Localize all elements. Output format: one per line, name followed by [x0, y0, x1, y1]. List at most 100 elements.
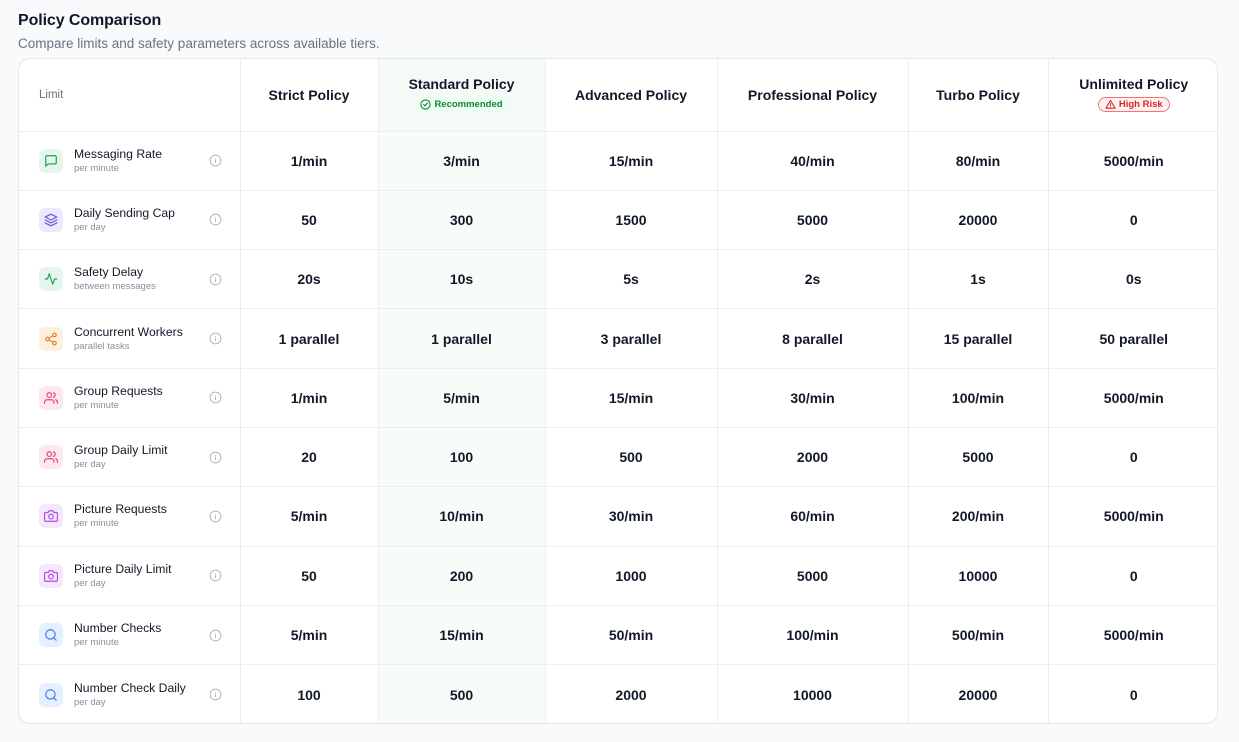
limit-label-group: Group Requests per minute: [39, 384, 222, 412]
limit-label-group: Group Daily Limit per day: [39, 443, 222, 471]
limit-column-header: Limit: [19, 59, 241, 132]
policy-header-turbo[interactable]: Turbo Policy: [908, 59, 1049, 132]
info-icon[interactable]: [209, 451, 222, 464]
limit-label-group: Number Check Daily per day: [39, 681, 222, 709]
value-cell: 5000: [908, 427, 1049, 488]
limit-cell-concurrent-workers: Concurrent Workers parallel tasks: [19, 308, 241, 369]
table-row: Picture Daily Limit per day 50 200 1000 5000 1…: [19, 546, 1217, 606]
value-cell: 15 parallel: [908, 308, 1049, 369]
activity-icon: [39, 267, 63, 292]
info-icon[interactable]: [209, 332, 222, 345]
limit-name: Number Check Daily: [74, 680, 186, 695]
camera-icon: [39, 563, 63, 588]
value-cell: 20000: [908, 664, 1049, 723]
limit-name: Picture Daily Limit: [74, 561, 172, 576]
limit-cell-number-check-daily: Number Check Daily per day: [19, 664, 241, 723]
table-row: Picture Requests per minute 5/min 10/min 30/…: [19, 486, 1217, 547]
warning-triangle-icon: [1105, 100, 1116, 109]
value-cell: 20000: [908, 190, 1049, 251]
info-icon[interactable]: [209, 688, 222, 701]
limit-cell-daily-sending-cap: Daily Sending Cap per day: [19, 190, 241, 251]
value-cell: 1s: [908, 249, 1049, 310]
value-cell: 500: [378, 664, 546, 723]
value-cell: 1/min: [240, 368, 379, 428]
value-cell: 30/min: [545, 486, 718, 547]
value-cell: 0: [1129, 686, 1138, 703]
limit-label-group: Picture Requests per minute: [39, 502, 222, 530]
limit-name: Concurrent Workers: [74, 324, 183, 339]
value-cell: 40/min: [717, 131, 909, 191]
info-icon[interactable]: [209, 510, 222, 523]
limit-unit: per minute: [74, 518, 119, 530]
limit-label: Safety Delay between messages: [74, 265, 209, 293]
limit-unit: per minute: [74, 162, 119, 174]
value-cell: 10000: [908, 546, 1049, 606]
value-cell: 5/min: [378, 368, 546, 428]
info-icon[interactable]: [209, 273, 222, 286]
value-cell: 10/min: [378, 486, 546, 547]
table-row: Messaging Rate per minute 1/min 3/min 15/min…: [19, 131, 1217, 191]
limit-name: Daily Sending Cap: [74, 205, 175, 220]
limit-label: Group Requests per minute: [74, 384, 209, 412]
limit-name: Picture Requests: [74, 502, 167, 517]
limit-name: Safety Delay: [74, 265, 144, 280]
info-icon[interactable]: [209, 213, 222, 226]
value-cell: 60/min: [717, 486, 909, 547]
info-icon[interactable]: [209, 391, 222, 404]
limit-unit: parallel tasks: [74, 340, 130, 352]
limit-label: Messaging Rate per minute: [74, 147, 209, 175]
value-cell: 8 parallel: [717, 308, 909, 369]
policy-name: Standard Policy: [408, 76, 515, 93]
limit-label-group: Number Checks per minute: [39, 621, 222, 649]
value-cell: 0: [1048, 546, 1217, 606]
camera-icon: [39, 504, 63, 529]
limit-label: Group Daily Limit per day: [74, 443, 209, 471]
limit-name: Group Requests: [74, 383, 163, 398]
value-cell: 0: [1048, 427, 1217, 488]
limit-name: Group Daily Limit: [74, 443, 168, 458]
value-cell: 30/min: [717, 368, 909, 428]
value-cell: 500/min: [908, 605, 1049, 666]
limit-label: Number Check Daily per day: [74, 681, 209, 709]
limit-name: Messaging Rate: [74, 146, 163, 161]
value-cell: 5/min: [240, 486, 379, 547]
policy-header-strict[interactable]: Strict Policy: [240, 59, 379, 132]
value-cell: 5000/min: [1048, 368, 1217, 428]
share-nodes-icon: [39, 326, 63, 351]
value-cell: 5/min: [240, 605, 379, 666]
limit-unit: per day: [74, 577, 106, 589]
policy-name: Strict Policy: [268, 86, 350, 103]
policy-header-professional[interactable]: Professional Policy: [717, 59, 909, 132]
table-row: Group Daily Limit per day 20 100 500 2000 5000…: [19, 427, 1217, 488]
page-subtitle: Compare limits and safety parameters acr…: [18, 36, 380, 51]
value-cell: 100/min: [908, 368, 1049, 428]
value-cell: 5s: [545, 249, 718, 310]
info-icon[interactable]: [209, 629, 222, 642]
policy-header-standard[interactable]: Standard Policy Recommended: [378, 59, 546, 132]
table-row: Daily Sending Cap per day 50 300 1500 5000 200…: [19, 190, 1217, 251]
limit-label-group: Concurrent Workers parallel tasks: [39, 325, 222, 353]
value-cell: 5000/min: [1048, 605, 1217, 666]
limit-unit: per day: [74, 696, 106, 708]
value-cell: 500: [545, 427, 718, 488]
limit-cell-safety-delay: Safety Delay between messages: [19, 249, 241, 310]
table-row: Concurrent Workers parallel tasks 1 parall…: [19, 308, 1217, 369]
info-icon[interactable]: [209, 569, 222, 582]
policy-header-unlimited[interactable]: Unlimited Policy High Risk: [1048, 59, 1217, 132]
recommended-badge: Recommended: [414, 97, 509, 113]
info-icon[interactable]: [209, 154, 222, 167]
value-cell: 5000: [717, 546, 909, 606]
value-cell: 80/min: [908, 131, 1049, 191]
page-title: Policy Comparison: [18, 12, 162, 29]
limit-label: Concurrent Workers parallel tasks: [74, 325, 209, 353]
policy-header-advanced[interactable]: Advanced Policy: [545, 59, 718, 132]
value-cell: 20: [240, 427, 379, 488]
limit-cell-group-requests: Group Requests per minute: [19, 368, 241, 428]
value-cell: 1 parallel: [240, 308, 379, 369]
value-cell: 100/min: [717, 605, 909, 666]
search-icon: [39, 623, 63, 648]
value-cell: 1/min: [240, 131, 379, 191]
value-cell: 2000: [717, 427, 909, 488]
value-cell: 0: [1048, 190, 1217, 251]
comparison-card: Limit Strict Policy Standard Policy Reco…: [18, 58, 1218, 724]
